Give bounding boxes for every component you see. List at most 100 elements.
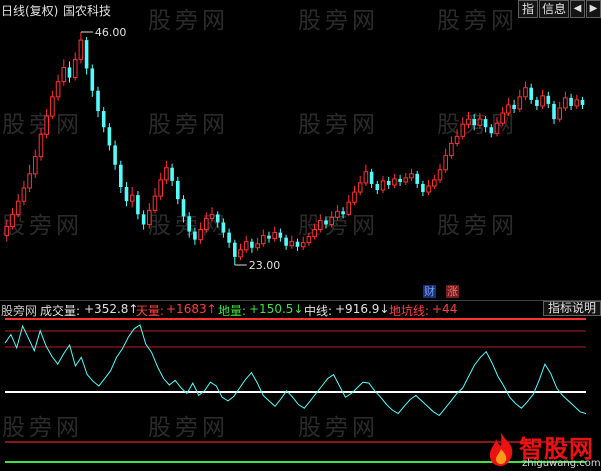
candle-body	[335, 210, 340, 218]
candle-body	[21, 187, 27, 202]
candle-body	[198, 229, 203, 241]
info-button[interactable]: 信息	[539, 0, 569, 18]
candle-body	[312, 229, 317, 238]
candle-body	[392, 178, 397, 186]
candle-body	[306, 236, 312, 244]
candle-body	[369, 171, 374, 184]
scroll-left-button[interactable]: ◀	[570, 0, 585, 18]
price-chart[interactable]: 46.00 23.00	[0, 18, 601, 300]
candle-body	[90, 68, 95, 91]
candle-body	[489, 127, 494, 134]
finance-marker[interactable]: 财	[423, 285, 436, 298]
candle-body	[552, 103, 556, 120]
candle-body	[375, 183, 380, 191]
candle-body	[170, 167, 174, 181]
candle-body	[15, 200, 21, 215]
candle-body	[193, 231, 197, 240]
candle-body	[227, 232, 231, 243]
flame-logo-icon	[489, 433, 513, 466]
low-price-label: 23.00	[249, 259, 280, 272]
candle-body	[44, 115, 50, 135]
candle-body	[432, 179, 437, 187]
candle-body	[243, 241, 249, 251]
sky-volume-value: +1683↑	[166, 302, 217, 316]
candle-body	[233, 242, 237, 257]
candle-body	[500, 112, 505, 124]
candle-body	[466, 118, 471, 125]
candle-body	[250, 241, 254, 248]
candle-body	[580, 99, 585, 105]
candle-body	[147, 209, 152, 225]
candle-body	[267, 235, 271, 239]
candle-body	[523, 87, 528, 98]
candlestick-series	[4, 32, 585, 265]
candle-body	[403, 177, 409, 183]
candle-body	[506, 104, 511, 114]
candle-body	[300, 242, 306, 248]
candle-body	[4, 226, 10, 237]
high-price-label: 46.00	[95, 26, 127, 39]
candle-body	[107, 127, 112, 146]
stock-name: 国农科技	[63, 4, 112, 18]
candle-body	[295, 241, 300, 247]
period-title: 日线(复权)	[1, 4, 59, 18]
candle-body	[238, 249, 243, 258]
ground-volume-value: +150.5↓	[249, 302, 304, 316]
candle-body	[67, 67, 72, 78]
candle-body	[329, 216, 334, 225]
candle-body	[119, 164, 123, 187]
candle-body	[472, 119, 476, 126]
candle-body	[187, 216, 191, 232]
candle-body	[204, 217, 209, 231]
candle-body	[129, 194, 135, 202]
candle-body	[272, 232, 277, 240]
candle-body	[449, 142, 454, 157]
site-logo: 智股网 zhiguwang.com	[484, 428, 601, 471]
candle-body	[255, 243, 260, 249]
candle-body	[209, 213, 215, 219]
candle-body	[101, 111, 106, 128]
scroll-right-button[interactable]: ▶	[586, 0, 601, 18]
candle-body	[318, 219, 323, 231]
candle-body	[341, 211, 345, 215]
candle-body	[535, 99, 539, 106]
candle-body	[483, 119, 488, 128]
candle-body	[141, 214, 146, 225]
candle-body	[574, 99, 580, 107]
candle-body	[84, 40, 89, 69]
candle-body	[386, 180, 391, 185]
candle-body	[421, 183, 425, 193]
candle-body	[61, 66, 67, 83]
limit-up-marker[interactable]: 涨	[446, 285, 459, 298]
candle-body	[50, 96, 55, 117]
candle-body	[454, 135, 460, 144]
candle-body	[426, 185, 431, 193]
candle-body	[113, 145, 117, 165]
candle-body	[398, 178, 402, 182]
candle-body	[557, 107, 563, 120]
candle-body	[352, 191, 357, 203]
candle-body	[415, 173, 419, 184]
candle-body	[346, 201, 352, 215]
candle-body	[181, 199, 186, 217]
candle-body	[540, 95, 545, 107]
indicator-button[interactable]: 指	[518, 0, 538, 18]
indicator-title-bar: 股旁网 成交量: +352.8↑ 天量: +1683↑ 地量: +150.5↓ …	[0, 300, 601, 318]
candle-body	[10, 213, 15, 228]
indicator-explain-button[interactable]: 指标说明	[543, 301, 601, 316]
logo-url: zhiguwang.com	[522, 458, 601, 469]
candle-body	[78, 39, 84, 60]
candle-body	[72, 58, 78, 79]
candle-body	[96, 90, 100, 112]
candle-body	[529, 87, 533, 100]
candle-body	[261, 235, 266, 245]
candle-body	[380, 180, 386, 191]
candle-body	[27, 173, 32, 189]
candle-body	[215, 214, 220, 223]
candle-body	[158, 179, 163, 197]
candle-body	[289, 241, 295, 247]
candle-body	[409, 173, 414, 179]
candle-body	[324, 220, 328, 225]
candle-body	[443, 155, 448, 171]
chart-header: 日线(复权) 国农科技 指 信息 ◀ ▶	[0, 0, 601, 18]
